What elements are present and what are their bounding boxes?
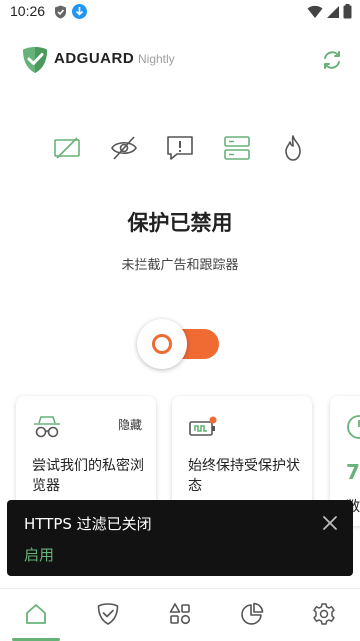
dns-server-icon[interactable]: [222, 133, 252, 163]
shield-check-icon: [97, 603, 119, 625]
nav-home[interactable]: [0, 589, 72, 641]
card-text: 始终保持受保护状态: [188, 458, 300, 494]
nav-statistics[interactable]: [216, 589, 288, 641]
app-header: ADGUARD Nightly: [0, 44, 360, 76]
gear-icon: [313, 603, 335, 625]
annoyances-icon[interactable]: [165, 133, 195, 163]
protection-features-row: [52, 133, 308, 163]
close-icon[interactable]: [321, 514, 339, 532]
app-build-label: Nightly: [138, 52, 175, 66]
app-name: ADGUARD: [54, 50, 135, 67]
protection-status-subtitle: 未拦截广告和跟踪器: [121, 258, 239, 273]
battery-icon: [343, 4, 352, 19]
firewall-icon[interactable]: [278, 133, 308, 163]
pie-chart-icon: [241, 602, 264, 625]
shield-notification-icon: [55, 5, 66, 19]
protection-status-title: 保护已禁用: [127, 211, 233, 235]
status-time: 10:26: [10, 3, 46, 19]
nav-settings[interactable]: [288, 589, 360, 641]
download-notification-icon: [72, 4, 87, 19]
nav-protection[interactable]: [72, 589, 144, 641]
nav-activity[interactable]: [144, 589, 216, 641]
https-filtering-snackbar: HTTPS 过滤已关闭 启用: [7, 500, 353, 576]
bottom-navigation: [0, 588, 360, 641]
battery-bolt-icon: [189, 416, 217, 436]
ads-blocked-icon[interactable]: [52, 133, 82, 163]
tracking-icon[interactable]: [109, 133, 139, 163]
toggle-knob: [137, 319, 187, 369]
protection-toggle[interactable]: [137, 318, 223, 370]
stat-number: 7: [346, 460, 360, 484]
card-text: 尝试我们的私密浏览器: [32, 458, 144, 494]
incognito-icon: [34, 416, 60, 438]
home-icon: [26, 604, 46, 624]
status-bar: 10:26: [0, 0, 360, 24]
apps-icon: [169, 603, 191, 625]
enable-button[interactable]: 启用: [24, 544, 54, 565]
refresh-icon[interactable]: [320, 48, 344, 72]
power-off-icon: [152, 334, 172, 354]
signal-icon: [327, 5, 339, 18]
wifi-icon: [307, 5, 323, 18]
adguard-logo-icon: [23, 47, 47, 73]
clock-icon: [347, 415, 360, 439]
snackbar-message: HTTPS 过滤已关闭: [24, 515, 152, 533]
hide-card-button[interactable]: 隐藏: [118, 416, 142, 433]
